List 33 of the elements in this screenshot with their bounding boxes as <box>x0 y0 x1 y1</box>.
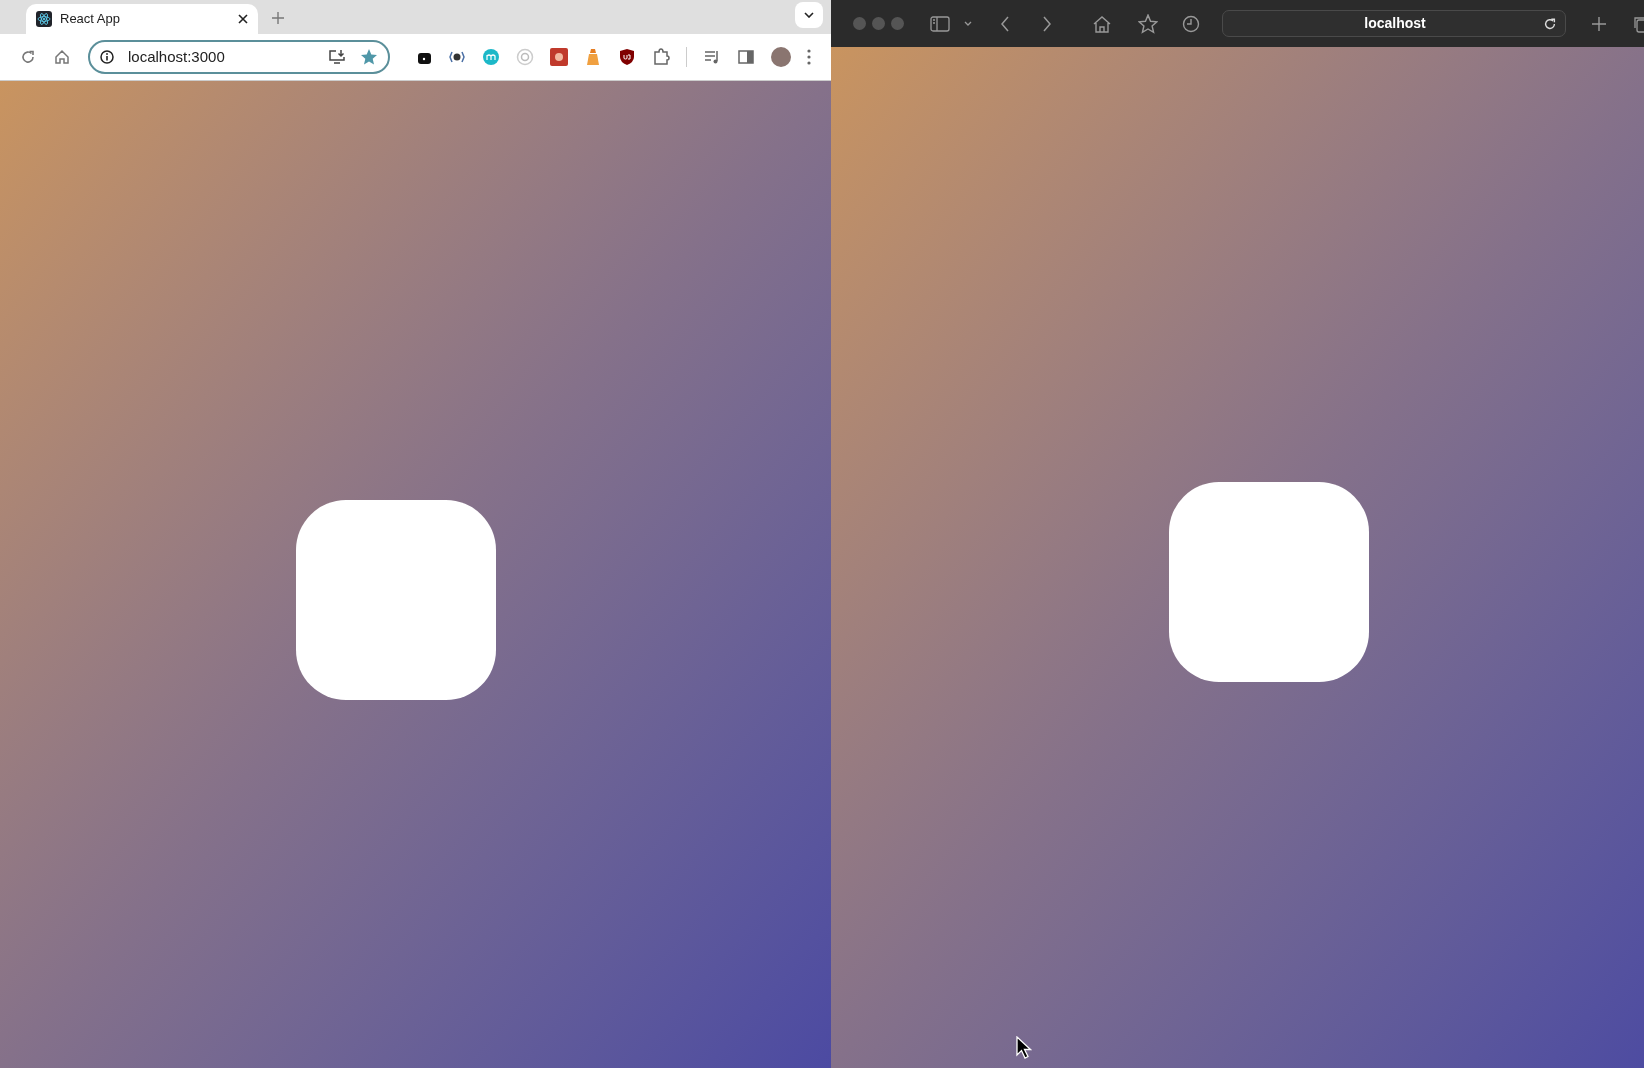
media-icon[interactable] <box>703 48 721 66</box>
star-icon[interactable] <box>1138 13 1158 34</box>
sidebar-icon[interactable] <box>930 15 950 32</box>
reload-icon[interactable] <box>20 49 36 65</box>
menu-icon[interactable] <box>807 49 811 65</box>
home-icon[interactable] <box>1092 14 1112 33</box>
url-text: localhost <box>1363 14 1427 33</box>
caret-icon[interactable] <box>964 20 972 27</box>
browser-tab[interactable]: React App <box>26 4 258 34</box>
new-tab-icon[interactable] <box>1592 16 1606 31</box>
clock-icon[interactable] <box>1182 14 1200 33</box>
forward-icon[interactable] <box>1042 15 1052 32</box>
info-icon[interactable] <box>100 50 114 64</box>
address-bar[interactable]: localhost <box>1222 10 1566 37</box>
install-icon[interactable] <box>328 49 346 65</box>
close-icon[interactable] <box>238 14 248 24</box>
avatar[interactable] <box>771 47 791 67</box>
star-icon[interactable] <box>360 48 378 66</box>
cursor-icon <box>1016 1036 1032 1060</box>
reload-icon[interactable] <box>1543 16 1557 31</box>
caret-icon <box>804 12 814 18</box>
new-tab-icon[interactable] <box>272 12 284 24</box>
puzzle-icon[interactable] <box>652 48 670 66</box>
back-icon[interactable] <box>1000 15 1010 32</box>
tab-overview-icon[interactable] <box>1632 14 1644 33</box>
url-text: localhost:3000 <box>128 46 226 67</box>
home-icon[interactable] <box>54 49 70 65</box>
address-bar[interactable]: localhost:3000 <box>88 40 390 74</box>
shield-icon[interactable] <box>618 48 636 66</box>
side-panel-icon[interactable] <box>737 48 755 66</box>
tab-list-button[interactable] <box>795 2 823 28</box>
react-logo-icon <box>36 11 52 27</box>
tab-title: React App <box>60 10 121 29</box>
